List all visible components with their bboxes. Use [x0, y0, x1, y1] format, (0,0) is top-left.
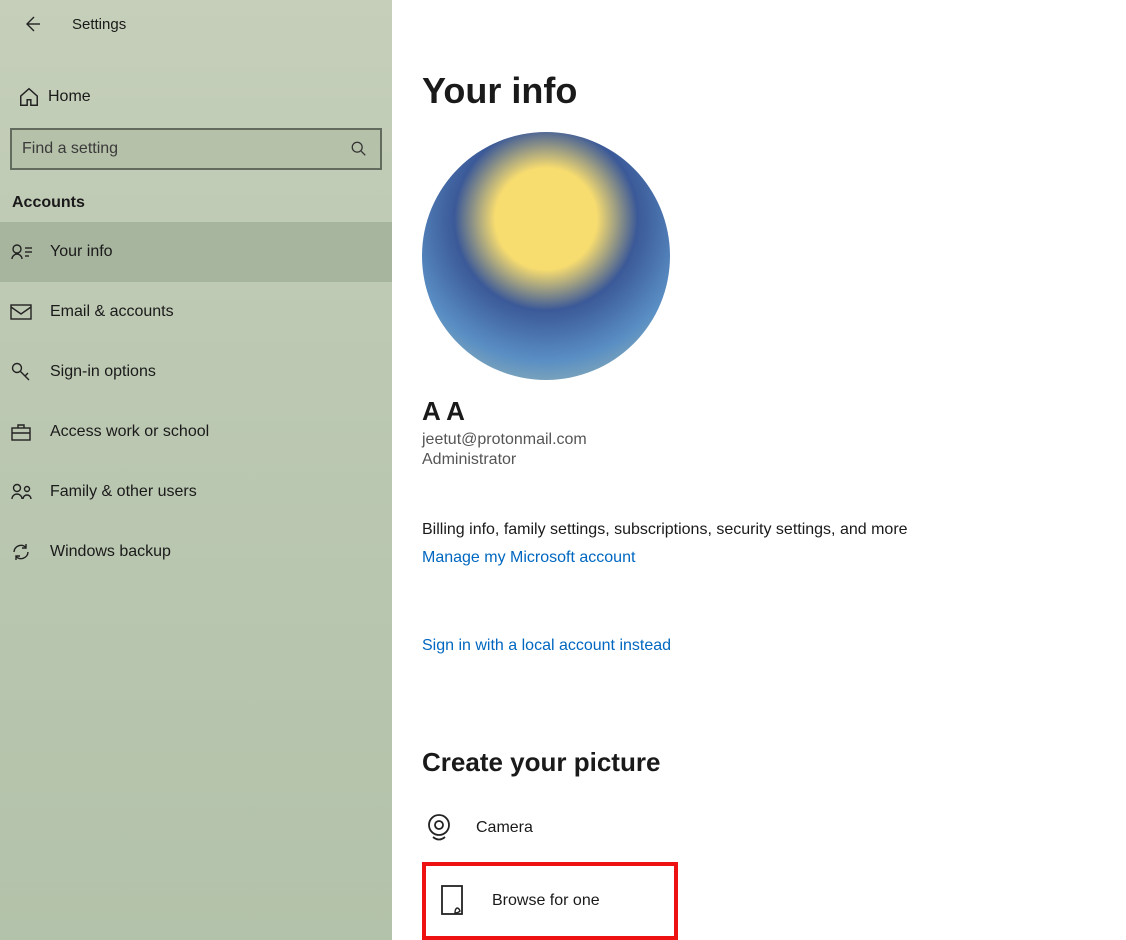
sidebar-header: Settings — [0, 0, 392, 48]
user-email: jeetut@protonmail.com — [422, 431, 1096, 449]
main-content: Your info A A jeetut@protonmail.com Admi… — [392, 0, 1126, 940]
sidebar-item-your-info[interactable]: Your info — [0, 222, 392, 282]
nav-label: Sign-in options — [50, 363, 156, 381]
page-title: Your info — [422, 70, 1096, 112]
sidebar-section-label: Accounts — [0, 170, 392, 222]
people-icon — [10, 482, 50, 502]
browse-option[interactable]: Browse for one — [422, 862, 678, 940]
person-card-icon — [10, 242, 50, 262]
header-title: Settings — [72, 16, 126, 33]
nav-label: Windows backup — [50, 543, 171, 561]
search-input[interactable] — [22, 140, 348, 158]
sidebar-home[interactable]: Home — [0, 72, 392, 122]
user-avatar[interactable] — [422, 132, 670, 380]
camera-label: Camera — [476, 819, 533, 837]
nav-label: Family & other users — [50, 483, 197, 501]
home-icon — [10, 86, 48, 108]
briefcase-icon — [10, 422, 50, 442]
key-icon — [10, 361, 50, 383]
manage-account-link[interactable]: Manage my Microsoft account — [422, 549, 635, 567]
billing-description: Billing info, family settings, subscript… — [422, 521, 1096, 539]
arrow-left-icon — [22, 14, 42, 34]
nav-label: Email & accounts — [50, 303, 174, 321]
mail-icon — [10, 303, 50, 321]
sidebar-item-email[interactable]: Email & accounts — [0, 282, 392, 342]
home-label: Home — [48, 88, 91, 106]
sidebar-item-backup[interactable]: Windows backup — [0, 522, 392, 582]
search-container — [0, 128, 392, 170]
create-picture-heading: Create your picture — [422, 747, 1096, 778]
sync-icon — [10, 541, 50, 563]
sidebar-item-family[interactable]: Family & other users — [0, 462, 392, 522]
camera-icon — [422, 811, 476, 845]
sidebar-item-work[interactable]: Access work or school — [0, 402, 392, 462]
search-box[interactable] — [10, 128, 382, 170]
avatar-container — [422, 132, 670, 380]
nav-label: Your info — [50, 243, 113, 261]
nav-label: Access work or school — [50, 423, 209, 441]
sidebar: Settings Home Accounts Your info Email &… — [0, 0, 392, 940]
browse-label: Browse for one — [492, 892, 600, 910]
browse-file-icon — [438, 884, 492, 918]
search-icon — [348, 138, 370, 160]
user-role: Administrator — [422, 451, 1096, 469]
local-account-link[interactable]: Sign in with a local account instead — [422, 637, 671, 655]
camera-option[interactable]: Camera — [422, 802, 1096, 854]
sidebar-item-signin[interactable]: Sign-in options — [0, 342, 392, 402]
back-button[interactable] — [12, 4, 52, 44]
user-name: A A — [422, 396, 1096, 427]
